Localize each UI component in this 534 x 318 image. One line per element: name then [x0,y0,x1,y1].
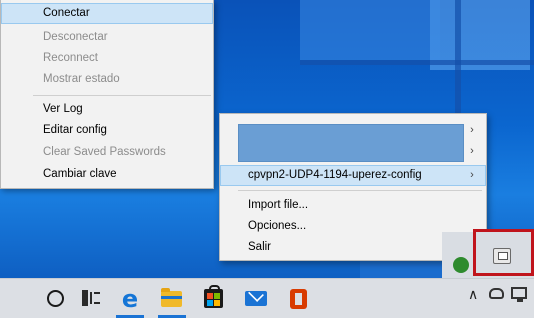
submenu-arrow-icon[interactable]: › [468,165,476,186]
network-monitor-icon[interactable] [511,287,527,302]
menu-item-mostrar-estado: Mostrar estado [43,73,120,85]
search-cortana-icon[interactable] [47,290,64,307]
submenu-arrow-icon[interactable]: › [468,120,476,141]
show-hidden-icons-chevron-icon[interactable]: ∧ [468,287,478,303]
onedrive-cloud-icon[interactable] [489,288,504,299]
office-icon[interactable] [290,289,307,309]
green-tray-icon[interactable] [453,257,469,273]
menu-item-ver-log[interactable]: Ver Log [1,99,213,120]
menu-separator [238,190,482,191]
menu-item-cambiar-clave[interactable]: Cambiar clave [1,164,213,185]
annotation-highlight-box [473,229,534,276]
task-view-icon[interactable] [82,290,100,306]
tray-menu-item-label: cpvpn2-UDP4-1194-uperez-config [248,169,422,181]
mail-icon[interactable] [245,291,267,306]
menu-item-reconnect: Reconnect [43,52,98,64]
menu-item-desconectar: Desconectar [43,31,108,43]
connection-context-menu: Conectar Desconectar Reconnect Mostrar e… [0,0,214,189]
wallpaper-light [300,0,440,60]
menu-item-clear-saved-passwords: Clear Saved Passwords [43,146,166,158]
redacted-connection-names [238,124,464,162]
submenu-arrow-icon[interactable]: › [468,141,476,162]
windows-logo-pane-divider [300,60,534,65]
menu-separator [33,95,211,96]
file-explorer-icon[interactable] [161,288,182,307]
store-icon[interactable] [204,285,223,308]
edge-icon[interactable]: e [119,287,141,311]
taskbar: e [0,278,534,318]
menu-item-conectar[interactable]: Conectar [1,3,213,24]
tray-menu-item-import-file[interactable]: Import file... [220,195,486,216]
tray-menu-item-cpvpn2-config[interactable]: cpvpn2-UDP4-1194-uperez-config [220,165,486,186]
menu-item-editar-config[interactable]: Editar config [1,120,213,141]
